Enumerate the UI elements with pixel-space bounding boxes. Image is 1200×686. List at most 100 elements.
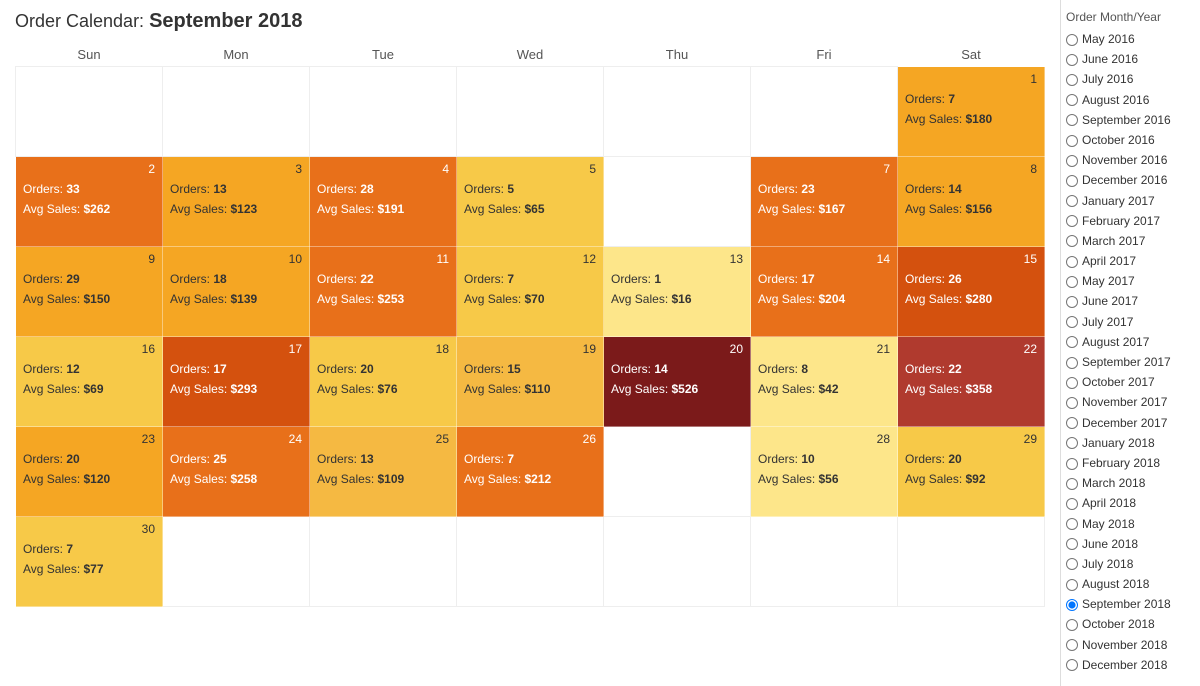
orders-label: Orders: 29 [23, 269, 155, 289]
radio-input-mar2017[interactable] [1066, 235, 1078, 247]
radio-input-jan2018[interactable] [1066, 437, 1078, 449]
radio-label-feb2017: February 2017 [1082, 212, 1160, 231]
radio-item-dec2017[interactable]: December 2017 [1066, 414, 1195, 433]
radio-input-apr2018[interactable] [1066, 498, 1078, 510]
radio-input-dec2018[interactable] [1066, 659, 1078, 671]
orders-label: Orders: 7 [464, 269, 596, 289]
avg-sales-label: Avg Sales: $180 [905, 109, 1037, 129]
radio-input-mar2018[interactable] [1066, 478, 1078, 490]
radio-item-aug2018[interactable]: August 2018 [1066, 575, 1195, 594]
radio-input-may2017[interactable] [1066, 276, 1078, 288]
radio-item-jan2017[interactable]: January 2017 [1066, 192, 1195, 211]
avg-sales-label: Avg Sales: $77 [23, 559, 155, 579]
radio-label-may2017: May 2017 [1082, 272, 1135, 291]
avg-sales-label: Avg Sales: $191 [317, 199, 449, 219]
radio-item-mar2017[interactable]: March 2017 [1066, 232, 1195, 251]
calendar-row-4: 23Orders: 20Avg Sales: $12024Orders: 25A… [16, 427, 1045, 517]
radio-label-nov2018: November 2018 [1082, 636, 1167, 655]
radio-label-sep2016: September 2016 [1082, 111, 1171, 130]
calendar-row-3: 16Orders: 12Avg Sales: $6917Orders: 17Av… [16, 337, 1045, 427]
calendar-cell: 28Orders: 10Avg Sales: $56 [751, 427, 898, 517]
day-number: 7 [758, 162, 890, 176]
avg-sales-label: Avg Sales: $167 [758, 199, 890, 219]
day-number: 13 [611, 252, 743, 266]
radio-item-may2018[interactable]: May 2018 [1066, 515, 1195, 534]
avg-sales-label: Avg Sales: $293 [170, 379, 302, 399]
radio-item-dec2016[interactable]: December 2016 [1066, 171, 1195, 190]
radio-item-oct2016[interactable]: October 2016 [1066, 131, 1195, 150]
radio-item-jun2017[interactable]: June 2017 [1066, 292, 1195, 311]
orders-label: Orders: 18 [170, 269, 302, 289]
radio-item-nov2016[interactable]: November 2016 [1066, 151, 1195, 170]
radio-label-jun2017: June 2017 [1082, 292, 1138, 311]
radio-item-feb2018[interactable]: February 2018 [1066, 454, 1195, 473]
radio-input-jun2018[interactable] [1066, 538, 1078, 550]
radio-item-jan2018[interactable]: January 2018 [1066, 434, 1195, 453]
radio-item-oct2017[interactable]: October 2017 [1066, 373, 1195, 392]
radio-item-may2016[interactable]: May 2016 [1066, 30, 1195, 49]
radio-input-nov2018[interactable] [1066, 639, 1078, 651]
calendar-cell: 10Orders: 18Avg Sales: $139 [163, 247, 310, 337]
calendar-cell [310, 517, 457, 607]
radio-input-jun2017[interactable] [1066, 296, 1078, 308]
radio-input-dec2016[interactable] [1066, 175, 1078, 187]
radio-input-oct2018[interactable] [1066, 619, 1078, 631]
sidebar-title: Order Month/Year [1066, 10, 1195, 24]
radio-input-nov2017[interactable] [1066, 397, 1078, 409]
radio-item-nov2017[interactable]: November 2017 [1066, 393, 1195, 412]
day-number: 23 [23, 432, 155, 446]
radio-input-sep2016[interactable] [1066, 114, 1078, 126]
radio-item-jun2018[interactable]: June 2018 [1066, 535, 1195, 554]
radio-input-jun2016[interactable] [1066, 54, 1078, 66]
radio-item-dec2018[interactable]: December 2018 [1066, 656, 1195, 675]
radio-input-feb2017[interactable] [1066, 215, 1078, 227]
radio-input-jan2017[interactable] [1066, 195, 1078, 207]
radio-label-aug2016: August 2016 [1082, 91, 1149, 110]
radio-item-aug2016[interactable]: August 2016 [1066, 91, 1195, 110]
radio-item-jul2017[interactable]: July 2017 [1066, 313, 1195, 332]
radio-item-may2017[interactable]: May 2017 [1066, 272, 1195, 291]
radio-input-jul2017[interactable] [1066, 316, 1078, 328]
day-header-fri: Fri [751, 43, 898, 67]
radio-input-nov2016[interactable] [1066, 155, 1078, 167]
radio-input-aug2018[interactable] [1066, 579, 1078, 591]
day-number: 5 [464, 162, 596, 176]
radio-input-apr2017[interactable] [1066, 256, 1078, 268]
radio-item-sep2017[interactable]: September 2017 [1066, 353, 1195, 372]
radio-input-feb2018[interactable] [1066, 458, 1078, 470]
radio-item-oct2018[interactable]: October 2018 [1066, 615, 1195, 634]
radio-item-jun2016[interactable]: June 2016 [1066, 50, 1195, 69]
calendar-cell: 9Orders: 29Avg Sales: $150 [16, 247, 163, 337]
orders-label: Orders: 5 [464, 179, 596, 199]
radio-input-jul2018[interactable] [1066, 558, 1078, 570]
radio-input-may2016[interactable] [1066, 34, 1078, 46]
radio-item-nov2018[interactable]: November 2018 [1066, 636, 1195, 655]
radio-label-oct2018: October 2018 [1082, 615, 1155, 634]
radio-input-aug2017[interactable] [1066, 336, 1078, 348]
day-number: 30 [23, 522, 155, 536]
radio-input-sep2017[interactable] [1066, 357, 1078, 369]
avg-sales-label: Avg Sales: $92 [905, 469, 1037, 489]
radio-input-jul2016[interactable] [1066, 74, 1078, 86]
radio-input-sep2018[interactable] [1066, 599, 1078, 611]
radio-input-dec2017[interactable] [1066, 417, 1078, 429]
avg-sales-label: Avg Sales: $16 [611, 289, 743, 309]
radio-label-nov2016: November 2016 [1082, 151, 1167, 170]
radio-label-jun2016: June 2016 [1082, 50, 1138, 69]
radio-list: May 2016June 2016July 2016August 2016Sep… [1066, 30, 1195, 675]
radio-input-oct2016[interactable] [1066, 135, 1078, 147]
radio-item-sep2018[interactable]: September 2018 [1066, 595, 1195, 614]
radio-item-sep2016[interactable]: September 2016 [1066, 111, 1195, 130]
radio-item-aug2017[interactable]: August 2017 [1066, 333, 1195, 352]
radio-item-mar2018[interactable]: March 2018 [1066, 474, 1195, 493]
radio-item-apr2017[interactable]: April 2017 [1066, 252, 1195, 271]
radio-input-oct2017[interactable] [1066, 377, 1078, 389]
avg-sales-label: Avg Sales: $258 [170, 469, 302, 489]
radio-input-aug2016[interactable] [1066, 94, 1078, 106]
radio-item-jul2016[interactable]: July 2016 [1066, 70, 1195, 89]
radio-item-apr2018[interactable]: April 2018 [1066, 494, 1195, 513]
radio-item-feb2017[interactable]: February 2017 [1066, 212, 1195, 231]
radio-label-oct2016: October 2016 [1082, 131, 1155, 150]
radio-input-may2018[interactable] [1066, 518, 1078, 530]
radio-item-jul2018[interactable]: July 2018 [1066, 555, 1195, 574]
